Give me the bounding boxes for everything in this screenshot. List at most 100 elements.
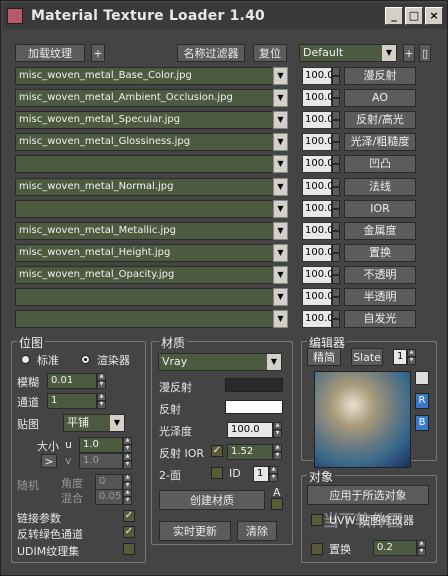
channel-button[interactable]: 光泽/粗糙度 bbox=[344, 133, 416, 151]
strength-input[interactable]: 100.0 bbox=[302, 111, 334, 129]
v-spinner[interactable]: ▲ ▼ bbox=[123, 453, 132, 469]
chevron-down-icon[interactable]: ▼ bbox=[273, 89, 288, 107]
strength-input[interactable]: 100.0 bbox=[302, 310, 334, 328]
channel-button[interactable]: IOR bbox=[344, 200, 416, 218]
texture-file-field[interactable] bbox=[15, 310, 288, 328]
realtime-update-button[interactable]: 实时更新 bbox=[159, 521, 231, 541]
ior-input[interactable]: 1.52 bbox=[227, 444, 273, 460]
strength-input[interactable]: 100.0 bbox=[302, 200, 334, 218]
u-input[interactable]: 1.0 bbox=[79, 437, 123, 453]
texture-file-field[interactable] bbox=[15, 288, 288, 306]
b-button[interactable]: B bbox=[415, 415, 429, 431]
strength-spinner[interactable] bbox=[332, 178, 340, 196]
channel-button[interactable]: 反射/高光 bbox=[344, 111, 416, 129]
texture-file-field[interactable]: misc_woven_metal_Specular.jpg bbox=[15, 111, 288, 129]
invert-green-checkbox[interactable]: ✓ bbox=[123, 526, 135, 538]
material-preview-sphere[interactable] bbox=[314, 371, 411, 468]
texture-file-field[interactable]: misc_woven_metal_Base_Color.jpg bbox=[15, 67, 288, 85]
reflect-color-swatch[interactable] bbox=[225, 400, 283, 414]
chevron-down-icon[interactable]: ▼ bbox=[273, 200, 288, 218]
chevron-down-icon[interactable]: ▼ bbox=[273, 133, 288, 151]
auto-checkbox[interactable] bbox=[271, 498, 283, 510]
channel-button[interactable]: 置换 bbox=[344, 244, 416, 262]
strength-input[interactable]: 100.0 bbox=[302, 155, 334, 173]
uvw-checkbox[interactable] bbox=[311, 514, 323, 526]
channel-button[interactable]: 金属度 bbox=[344, 222, 416, 240]
v-input[interactable]: 1.0 bbox=[79, 453, 123, 469]
strength-input[interactable]: 100.0 bbox=[302, 266, 334, 284]
texture-file-field[interactable]: misc_woven_metal_Metallic.jpg bbox=[15, 222, 288, 240]
blur-input[interactable]: 0.01 bbox=[47, 373, 97, 389]
texture-file-field[interactable]: misc_woven_metal_Glossiness.jpg bbox=[15, 133, 288, 151]
link-uv-button[interactable]: > bbox=[41, 454, 57, 468]
reflect-ior-checkbox[interactable]: ✓ bbox=[211, 445, 223, 457]
strength-spinner[interactable] bbox=[332, 200, 340, 218]
chevron-down-icon[interactable]: ▼ bbox=[273, 178, 288, 196]
udim-checkbox[interactable] bbox=[123, 543, 135, 555]
chevron-down-icon[interactable]: ▼ bbox=[273, 155, 288, 173]
add-button[interactable]: + bbox=[91, 44, 105, 62]
chevron-down-icon[interactable]: ▼ bbox=[273, 222, 288, 240]
preset-dropdown[interactable]: Default ▼ bbox=[299, 44, 397, 62]
texture-file-field[interactable] bbox=[15, 155, 288, 173]
apply-to-selected-button[interactable]: 应用于所选对象 bbox=[307, 485, 429, 505]
maximize-button[interactable]: □ bbox=[405, 7, 423, 25]
strength-input[interactable]: 100.0 bbox=[302, 89, 334, 107]
blend-input[interactable]: 0.05 bbox=[95, 489, 123, 505]
slot-spinner[interactable]: ▲ ▼ bbox=[407, 349, 416, 365]
clear-button[interactable]: 清除 bbox=[237, 521, 277, 541]
strength-input[interactable]: 100.0 bbox=[302, 67, 334, 85]
id-input[interactable]: 1 bbox=[253, 466, 269, 482]
map-mode-dropdown[interactable]: 平铺 ▼ bbox=[63, 414, 125, 432]
minimize-button[interactable]: _ bbox=[385, 7, 403, 25]
displace-checkbox[interactable] bbox=[311, 543, 323, 555]
channel-button[interactable]: 不透明 bbox=[344, 266, 416, 284]
angle-spinner[interactable]: ▲ ▼ bbox=[123, 474, 132, 490]
id-spinner[interactable]: ▲ ▼ bbox=[269, 466, 278, 482]
gloss-spinner[interactable]: ▲ ▼ bbox=[273, 422, 282, 438]
gloss-input[interactable]: 100.0 bbox=[227, 422, 273, 438]
strength-spinner[interactable] bbox=[332, 288, 340, 306]
strength-spinner[interactable] bbox=[332, 222, 340, 240]
texture-file-field[interactable]: misc_woven_metal_Opacity.jpg bbox=[15, 266, 288, 284]
strength-spinner[interactable] bbox=[332, 244, 340, 262]
strength-spinner[interactable] bbox=[332, 266, 340, 284]
strength-input[interactable]: 100.0 bbox=[302, 222, 334, 240]
strength-spinner[interactable] bbox=[332, 133, 340, 151]
channel-input[interactable]: 1 bbox=[47, 393, 97, 409]
link-params-checkbox[interactable]: ✓ bbox=[123, 510, 135, 522]
preview-bg-button[interactable] bbox=[415, 371, 429, 385]
strength-input[interactable]: 100.0 bbox=[302, 288, 334, 306]
displace-input[interactable]: 0.2 bbox=[373, 540, 417, 556]
blend-spinner[interactable]: ▲ ▼ bbox=[123, 489, 132, 505]
chevron-down-icon[interactable]: ▼ bbox=[273, 244, 288, 262]
blur-spinner[interactable]: ▲ ▼ bbox=[97, 373, 106, 389]
chevron-down-icon[interactable]: ▼ bbox=[273, 310, 288, 328]
chevron-down-icon[interactable]: ▼ bbox=[273, 288, 288, 306]
texture-file-field[interactable]: misc_woven_metal_Height.jpg bbox=[15, 244, 288, 262]
channel-spinner[interactable]: ▲ ▼ bbox=[97, 393, 106, 409]
channel-button[interactable]: 法线 bbox=[344, 178, 416, 196]
chevron-down-icon[interactable]: ▼ bbox=[273, 111, 288, 129]
u-spinner[interactable]: ▲ ▼ bbox=[123, 437, 132, 453]
preset-more-button[interactable]: ▯ bbox=[419, 44, 431, 62]
reset-button[interactable]: 复位 bbox=[253, 44, 287, 62]
channel-button[interactable]: 漫反射 bbox=[344, 67, 416, 85]
slot-input[interactable]: 1 bbox=[393, 349, 407, 365]
strength-input[interactable]: 100.0 bbox=[302, 178, 334, 196]
two-side-checkbox[interactable] bbox=[211, 467, 223, 479]
preset-add-button[interactable]: + bbox=[403, 44, 415, 62]
texture-file-field[interactable] bbox=[15, 200, 288, 218]
strength-input[interactable]: 100.0 bbox=[302, 244, 334, 262]
ior-spinner[interactable]: ▲ ▼ bbox=[273, 444, 282, 460]
renderer-radio[interactable] bbox=[81, 355, 90, 364]
chevron-down-icon[interactable]: ▼ bbox=[273, 67, 288, 85]
close-button[interactable]: × bbox=[425, 7, 443, 25]
angle-input[interactable]: 0 bbox=[95, 474, 123, 490]
slate-editor-button[interactable]: Slate bbox=[351, 348, 383, 366]
load-textures-button[interactable]: 加载纹理 bbox=[15, 44, 85, 62]
displace-spinner[interactable]: ▲ ▼ bbox=[417, 540, 426, 556]
strength-spinner[interactable] bbox=[332, 67, 340, 85]
name-filter-button[interactable]: 名称过滤器 bbox=[177, 44, 245, 62]
strength-spinner[interactable] bbox=[332, 155, 340, 173]
